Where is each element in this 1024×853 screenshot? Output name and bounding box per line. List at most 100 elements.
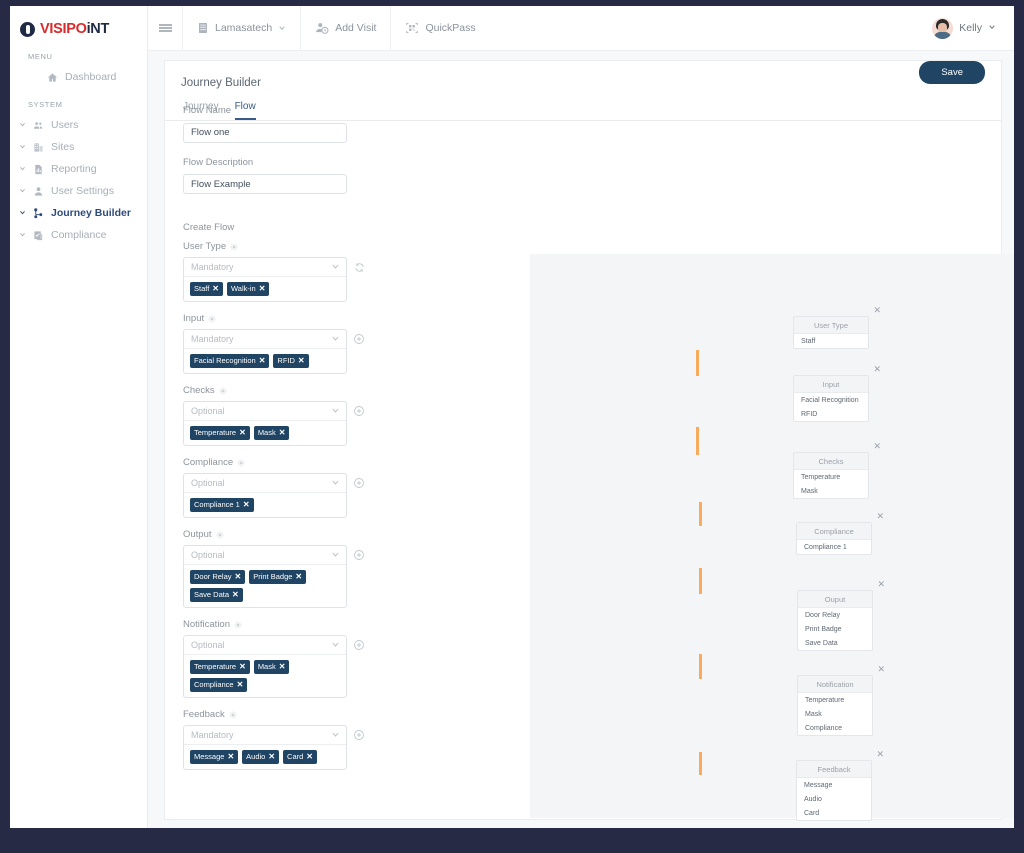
close-icon[interactable]: ✕ <box>873 305 881 316</box>
tag-remove-icon[interactable]: ✕ <box>227 753 234 761</box>
flow-node-feedback[interactable]: Feedback ✕ Message Audio Card <box>796 749 884 821</box>
gear-icon[interactable] <box>234 621 242 629</box>
tag-remove-icon[interactable]: ✕ <box>279 663 286 671</box>
journey-icon <box>32 207 45 220</box>
multiselect-header[interactable]: Optional <box>184 474 346 493</box>
tag-chip[interactable]: Mask ✕ <box>253 660 290 674</box>
add-icon[interactable] <box>353 477 365 489</box>
sidebar-item-users[interactable]: Users <box>10 114 147 136</box>
multiselect-notification[interactable]: Optional Temperature ✕ Mask ✕ Compliance ✕ <box>183 635 347 698</box>
add-visit-icon <box>315 21 329 35</box>
close-icon[interactable]: ✕ <box>876 511 884 522</box>
flow-node-compliance[interactable]: Compliance ✕ Compliance 1 <box>796 511 884 555</box>
tag-remove-icon[interactable]: ✕ <box>239 429 246 437</box>
sidebar-item-sites[interactable]: Sites <box>10 136 147 158</box>
sidebar-item-label: Reporting <box>51 163 97 175</box>
tag-remove-icon[interactable]: ✕ <box>279 429 286 437</box>
app-logo[interactable]: VISIPOiNT <box>10 6 147 40</box>
flow-node-user-type[interactable]: User Type ✕ Staff <box>793 305 881 349</box>
page-title: Journey Builder <box>181 77 261 89</box>
tag-chip[interactable]: Compliance 1 ✕ <box>190 498 254 512</box>
flow-canvas[interactable]: User Type ✕ Staff Input ✕ Facial Recogni… <box>530 254 1014 821</box>
tag-chip[interactable]: RFID ✕ <box>273 354 309 368</box>
flow-node-output[interactable]: Ouput ✕ Door Relay Print Badge Save Data <box>797 579 885 651</box>
gear-icon[interactable] <box>208 315 216 323</box>
tag-remove-icon[interactable]: ✕ <box>237 681 244 689</box>
sidebar-item-reporting[interactable]: Reporting <box>10 158 147 180</box>
tag-remove-icon[interactable]: ✕ <box>298 357 305 365</box>
close-icon[interactable]: ✕ <box>876 749 884 760</box>
multiselect-header[interactable]: Optional <box>184 636 346 655</box>
multiselect-header[interactable]: Mandatory <box>184 726 346 745</box>
tag-remove-icon[interactable]: ✕ <box>212 285 219 293</box>
tag-chip[interactable]: Walk-in ✕ <box>227 282 270 296</box>
multiselect-checks[interactable]: Optional Temperature ✕ Mask ✕ <box>183 401 347 446</box>
tag-remove-icon[interactable]: ✕ <box>259 285 266 293</box>
tag-list: Compliance 1 ✕ <box>184 493 346 517</box>
multiselect-compliance[interactable]: Optional Compliance 1 ✕ <box>183 473 347 518</box>
multiselect-user-type[interactable]: Mandatory Staff ✕ Walk-in ✕ <box>183 257 347 302</box>
add-visit-button[interactable]: Add Visit <box>300 6 390 50</box>
report-icon <box>32 163 45 176</box>
compliance-icon <box>32 229 45 242</box>
tag-chip[interactable]: Door Relay ✕ <box>190 570 246 584</box>
multiselect-header[interactable]: Mandatory <box>184 258 346 277</box>
tag-remove-icon[interactable]: ✕ <box>232 591 239 599</box>
flow-description-input[interactable] <box>183 174 347 194</box>
flow-node-checks[interactable]: Checks ✕ Temperature Mask <box>793 441 881 499</box>
gear-icon[interactable] <box>216 531 224 539</box>
tag-chip[interactable]: Print Badge ✕ <box>249 570 307 584</box>
add-icon[interactable] <box>353 549 365 561</box>
multiselect-header[interactable]: Optional <box>184 546 346 565</box>
tag-chip[interactable]: Temperature ✕ <box>190 426 250 440</box>
chevron-down-icon <box>331 334 340 345</box>
tag-remove-icon[interactable]: ✕ <box>259 357 266 365</box>
tag-remove-icon[interactable]: ✕ <box>295 573 302 581</box>
create-flow-label: Create Flow <box>183 222 235 233</box>
add-icon[interactable] <box>353 405 365 417</box>
tag-remove-icon[interactable]: ✕ <box>243 501 250 509</box>
sidebar-item-dashboard[interactable]: Dashboard <box>10 66 147 88</box>
quickpass-button[interactable]: QuickPass <box>390 6 489 50</box>
close-icon[interactable]: ✕ <box>873 364 881 375</box>
tag-remove-icon[interactable]: ✕ <box>239 663 246 671</box>
save-button[interactable]: Save <box>919 61 985 84</box>
multiselect-header[interactable]: Mandatory <box>184 330 346 349</box>
user-menu-button[interactable]: Kelly <box>932 6 1014 50</box>
add-icon[interactable] <box>353 729 365 741</box>
tag-remove-icon[interactable]: ✕ <box>306 753 313 761</box>
gear-icon[interactable] <box>229 711 237 719</box>
menu-toggle-button[interactable] <box>148 6 182 50</box>
tag-chip[interactable]: Save Data ✕ <box>190 588 243 602</box>
tag-chip[interactable]: Facial Recognition ✕ <box>190 354 270 368</box>
close-icon[interactable]: ✕ <box>877 579 885 590</box>
site-selector-button[interactable]: Lamasatech <box>182 6 300 50</box>
add-icon[interactable] <box>353 639 365 651</box>
flow-node-input[interactable]: Input ✕ Facial Recognition RFID <box>793 364 881 422</box>
refresh-icon[interactable] <box>353 261 365 273</box>
gear-icon[interactable] <box>230 243 238 251</box>
sidebar-item-compliance[interactable]: Compliance <box>10 224 147 246</box>
sidebar-item-journey-builder[interactable]: Journey Builder <box>10 202 147 224</box>
tag-chip[interactable]: Audio ✕ <box>242 750 280 764</box>
add-icon[interactable] <box>353 333 365 345</box>
gear-icon[interactable] <box>237 459 245 467</box>
close-icon[interactable]: ✕ <box>873 441 881 452</box>
tag-chip[interactable]: Compliance ✕ <box>190 678 248 692</box>
tag-chip[interactable]: Temperature ✕ <box>190 660 250 674</box>
multiselect-input[interactable]: Mandatory Facial Recognition ✕ RFID ✕ <box>183 329 347 374</box>
close-icon[interactable]: ✕ <box>877 664 885 675</box>
multiselect-output[interactable]: Optional Door Relay ✕ Print Badge ✕ Save D… <box>183 545 347 608</box>
tag-chip[interactable]: Staff ✕ <box>190 282 223 296</box>
multiselect-header[interactable]: Optional <box>184 402 346 421</box>
tag-remove-icon[interactable]: ✕ <box>268 753 275 761</box>
tag-chip[interactable]: Card ✕ <box>283 750 317 764</box>
flow-node-notification[interactable]: Notification ✕ Temperature Mask Complian… <box>797 664 885 736</box>
sidebar-item-user-settings[interactable]: User Settings <box>10 180 147 202</box>
tag-remove-icon[interactable]: ✕ <box>235 573 242 581</box>
gear-icon[interactable] <box>219 387 227 395</box>
tag-chip[interactable]: Message ✕ <box>190 750 239 764</box>
tag-chip[interactable]: Mask ✕ <box>253 426 290 440</box>
multiselect-feedback[interactable]: Mandatory Message ✕ Audio ✕ Card ✕ <box>183 725 347 770</box>
flow-name-input[interactable] <box>183 122 347 143</box>
